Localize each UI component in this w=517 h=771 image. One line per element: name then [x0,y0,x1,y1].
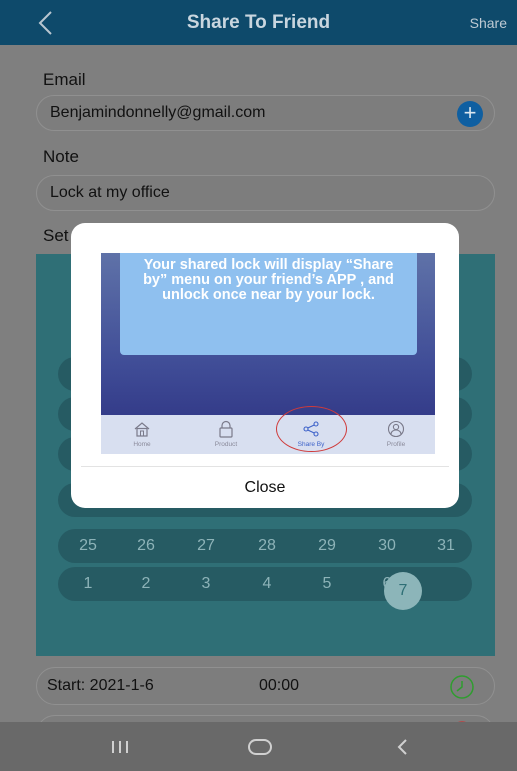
tab-label: Home [133,441,151,448]
note-value: Lock at my office [50,184,170,201]
info-message: Your shared lock will display “Share by”… [143,257,394,303]
start-time-row[interactable]: Start: 2021-1-6 00:00 [36,667,495,705]
start-time: 00:00 [259,677,300,694]
clock-icon[interactable] [449,674,475,700]
home-nav-icon[interactable] [247,737,273,757]
calendar-day[interactable]: 29 [307,537,347,555]
note-label: Note [43,147,79,166]
share-button[interactable]: Share [470,15,507,31]
page-title: Share To Friend [186,12,331,33]
calendar-row-week-25: 25 26 27 28 29 30 31 [58,529,472,563]
schedule-label: Set [43,226,69,245]
add-email-button[interactable]: + [457,101,483,127]
calendar-day[interactable]: 30 [367,537,407,555]
email-value: Benjamindonnelly@gmail.com [50,104,266,121]
back-nav-icon[interactable] [393,737,413,757]
calendar-day[interactable]: 26 [126,537,166,555]
tab-label: Product [214,441,238,448]
email-field[interactable]: Benjamindonnelly@gmail.com [36,95,495,131]
calendar-day[interactable]: 25 [68,537,108,555]
close-button[interactable]: Close [71,479,459,497]
calendar-day[interactable]: 3 [186,575,226,593]
note-field[interactable]: Lock at my office [36,175,495,211]
home-icon [134,422,150,437]
calendar-day[interactable]: 28 [247,537,287,555]
tab-home: Home [107,415,177,454]
share-info-dialog: Your shared lock will display “Share by”… [71,223,459,508]
calendar-day[interactable]: 5 [307,575,347,593]
profile-icon [387,420,405,438]
calendar-day[interactable]: 1 [68,575,108,593]
calendar-day[interactable]: 27 [186,537,226,555]
email-label: Email [43,70,86,89]
system-nav-bar [0,722,517,771]
recent-apps-icon[interactable] [108,739,132,755]
calendar-day-selected[interactable]: 7 [384,572,422,610]
lock-icon [219,420,233,438]
preview-tab-bar: Home Product Share By Profile [101,415,435,454]
start-date: Start: 2021-1-6 [47,677,154,694]
plus-circle-icon: + [463,100,477,125]
highlight-ring [276,406,347,452]
calendar-day[interactable]: 2 [126,575,166,593]
share-illustration: Your shared lock will display “Share by”… [101,253,435,454]
tab-profile: Profile [361,415,431,454]
tab-product: Product [191,415,261,454]
calendar-day[interactable]: 31 [426,537,466,555]
divider [81,466,449,467]
calendar-day[interactable]: 4 [247,575,287,593]
info-message-box: Your shared lock will display “Share by”… [120,253,417,355]
tab-label: Profile [386,441,406,448]
app-header: Share To Friend Share [0,0,517,45]
selected-day-label: 7 [398,582,408,599]
